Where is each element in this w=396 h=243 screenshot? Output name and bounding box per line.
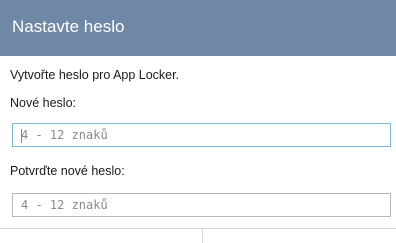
- dialog-intro-text: Vytvořte heslo pro App Locker.: [10, 68, 180, 82]
- set-password-dialog: Nastavte heslo Vytvořte heslo pro App Lo…: [0, 0, 396, 243]
- dialog-left-button[interactable]: [0, 229, 202, 242]
- dialog-right-button[interactable]: [203, 229, 396, 242]
- text-cursor: [21, 129, 22, 143]
- new-password-label: Nové heslo:: [10, 96, 77, 110]
- dialog-title: Nastavte heslo: [12, 17, 125, 36]
- confirm-password-field-container: [12, 193, 391, 217]
- dialog-button-bar: [0, 228, 396, 243]
- confirm-password-label: Potvrďte nové heslo:: [10, 164, 125, 178]
- new-password-input[interactable]: [13, 124, 390, 146]
- confirm-password-input[interactable]: [13, 194, 390, 216]
- new-password-field-container: [12, 123, 391, 147]
- dialog-title-bar: Nastavte heslo: [0, 0, 396, 56]
